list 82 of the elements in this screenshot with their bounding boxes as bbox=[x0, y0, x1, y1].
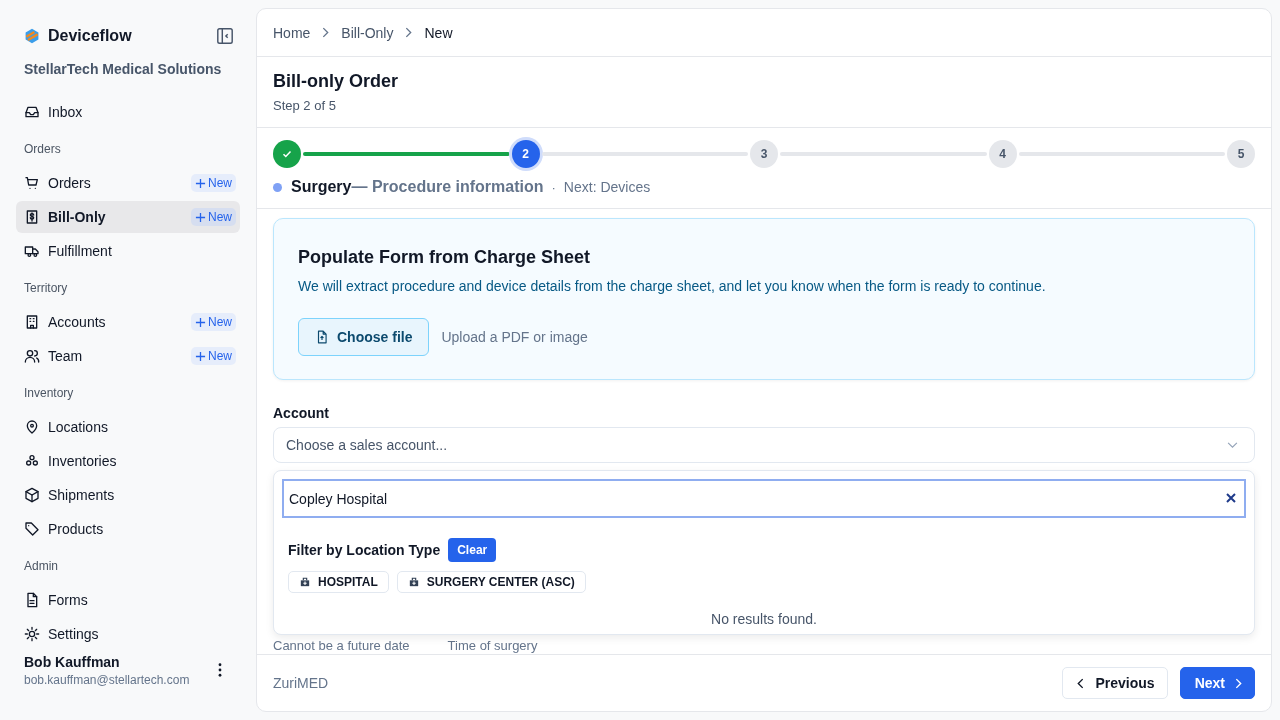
step-indicator: 4 bbox=[988, 140, 1017, 168]
chevron-right-icon bbox=[405, 27, 413, 38]
nav-item-icon bbox=[24, 209, 40, 225]
nav-item-icon bbox=[24, 487, 40, 503]
separator-dot: · bbox=[551, 180, 556, 195]
new-button[interactable]: New bbox=[191, 208, 236, 226]
organization-name: StellarTech Medical Solutions bbox=[23, 61, 223, 77]
chevron-right-icon bbox=[322, 27, 330, 38]
sidebar-toggle-icon[interactable] bbox=[216, 27, 234, 45]
step-indicator: 2 bbox=[511, 140, 540, 168]
empty-message: No results found. bbox=[710, 611, 818, 627]
nav-item[interactable]: Accounts New bbox=[16, 306, 240, 338]
step-counter: Step 2 of 5 bbox=[273, 98, 337, 113]
nav-item[interactable]: Inventories bbox=[16, 445, 240, 477]
step-indicator: 5 bbox=[1227, 140, 1255, 168]
field-hint: Cannot be a future date bbox=[273, 638, 410, 653]
vendor-name: ZuriMED bbox=[273, 675, 329, 691]
nav-section-heading: Orders bbox=[23, 141, 62, 158]
medical-bag-icon bbox=[407, 577, 420, 587]
status-dot bbox=[273, 182, 282, 192]
nav-item[interactable]: Bill-Only New bbox=[16, 201, 240, 233]
nav-item[interactable]: Inbox bbox=[16, 96, 240, 128]
nav-item-icon bbox=[24, 243, 40, 259]
nav-item-icon bbox=[24, 175, 40, 191]
nav-item[interactable]: Shipments bbox=[16, 479, 240, 511]
new-button[interactable]: New bbox=[191, 313, 236, 331]
clear-button[interactable]: Clear bbox=[448, 538, 497, 562]
upload-title: Populate Form from Charge Sheet bbox=[298, 247, 592, 268]
account-select[interactable]: Choose a sales account... bbox=[273, 427, 1255, 463]
next-button[interactable]: Next bbox=[1179, 667, 1255, 699]
step-indicator: 3 bbox=[750, 140, 778, 168]
filter-chip[interactable]: SURGERY CENTER (ASC) bbox=[396, 571, 586, 593]
plus-icon bbox=[195, 316, 206, 328]
field-label: Account bbox=[273, 405, 330, 421]
previous-button[interactable]: Previous bbox=[1061, 667, 1168, 699]
nav-item-icon bbox=[24, 592, 40, 608]
filter-label: Filter by Location Type bbox=[288, 542, 441, 558]
chevron-right-icon bbox=[1235, 677, 1242, 689]
medical-bag-icon bbox=[299, 577, 311, 587]
filter-chip[interactable]: HOSPITAL bbox=[288, 571, 389, 593]
user-name: Bob Kauffman bbox=[24, 653, 121, 670]
step-description: — Procedure information bbox=[351, 178, 544, 196]
chevron-down-icon bbox=[1227, 441, 1238, 449]
nav-item-icon bbox=[24, 314, 40, 330]
upload-description: We will extract procedure and device details from the charge sheet, and let you know when the form is ready to continue. bbox=[298, 278, 1047, 294]
nav-item-icon bbox=[24, 521, 40, 537]
search-field[interactable]: Copley Hospital bbox=[282, 479, 1246, 518]
nav-item-icon bbox=[24, 348, 40, 364]
nav-section-heading: Inventory bbox=[23, 385, 75, 402]
app-name: Deviceflow bbox=[48, 27, 133, 45]
breadcrumb-link[interactable]: Bill-Only bbox=[341, 24, 394, 41]
nav-item-icon bbox=[24, 453, 40, 469]
next-step-label: Next: Devices bbox=[563, 179, 651, 195]
chevron-left-icon bbox=[1076, 677, 1084, 689]
upload-hint: Upload a PDF or image bbox=[441, 329, 588, 345]
nav-item[interactable]: Products bbox=[16, 513, 240, 545]
choose-file-button[interactable]: Choose file bbox=[298, 318, 430, 356]
nav-item-icon bbox=[24, 419, 40, 435]
nav-item-icon bbox=[24, 626, 40, 642]
nav-item[interactable]: Orders New bbox=[16, 167, 240, 199]
breadcrumb-link[interactable]: Home bbox=[273, 24, 311, 41]
logo-icon bbox=[24, 28, 40, 44]
nav-item[interactable]: Team New bbox=[16, 340, 240, 372]
file-upload-icon bbox=[315, 330, 329, 344]
nav-section-heading: Territory bbox=[23, 280, 69, 297]
user-email: bob.kauffman@stellartech.com bbox=[24, 672, 191, 687]
plus-icon bbox=[195, 177, 206, 189]
step-title: Surgery bbox=[291, 178, 352, 196]
nav-item[interactable]: Forms bbox=[16, 584, 240, 616]
page-title: Bill-only Order bbox=[273, 71, 399, 92]
nav-section-heading: Admin bbox=[23, 558, 59, 575]
nav-item[interactable]: Settings bbox=[16, 618, 240, 642]
nav-item-icon bbox=[24, 104, 40, 120]
clear-icon[interactable] bbox=[1226, 493, 1236, 503]
field-hint: Time of surgery bbox=[447, 638, 538, 653]
new-button[interactable]: New bbox=[191, 174, 236, 192]
nav-item[interactable]: Locations bbox=[16, 411, 240, 443]
plus-icon bbox=[195, 350, 206, 362]
new-button[interactable]: New bbox=[191, 347, 236, 365]
more-icon[interactable] bbox=[218, 663, 222, 677]
nav-item[interactable]: Fulfillment bbox=[16, 235, 240, 267]
plus-icon bbox=[195, 211, 206, 223]
